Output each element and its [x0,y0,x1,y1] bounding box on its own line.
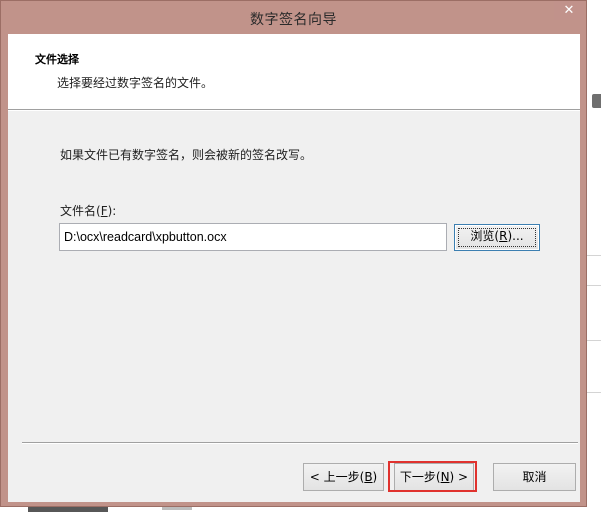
browse-button-prefix: 浏览( [470,229,500,243]
filename-label: 文件名(F): [60,202,116,219]
close-button[interactable]: ✕ [554,1,584,20]
close-icon: ✕ [563,3,575,18]
next-button[interactable]: 下一步(N) > [394,463,474,491]
browse-button[interactable]: 浏览(R)... [454,224,540,251]
back-button-accesskey: B [364,470,373,484]
filename-label-accesskey: F [100,204,108,218]
signing-wizard-dialog: 数字签名向导 ✕ 文件选择 选择要经过数字签名的文件。 如果文件已有数字签名，则… [0,0,587,507]
overwrite-notice: 如果文件已有数字签名，则会被新的签名改写。 [60,148,313,162]
background-window [587,0,601,515]
next-button-suffix: ) > [449,470,469,484]
filename-label-prefix: 文件名( [60,204,101,218]
back-button-suffix: ) [372,470,378,484]
page-subtitle: 选择要经过数字签名的文件。 [57,76,214,90]
background-divider [587,285,601,286]
background-window-icon [592,94,601,108]
next-button-accesskey: N [440,470,450,484]
background-divider [587,340,601,341]
browse-button-suffix: )... [507,229,524,243]
footer-divider-highlight [22,443,578,444]
cancel-button[interactable]: 取消 [493,463,576,491]
back-button[interactable]: < 上一步(B) [303,463,384,491]
wizard-client-area: 文件选择 选择要经过数字签名的文件。 如果文件已有数字签名，则会被新的签名改写。… [8,34,580,502]
wizard-header: 文件选择 选择要经过数字签名的文件。 [8,34,580,109]
background-divider [587,392,601,393]
filename-label-suffix: ): [107,204,117,218]
filename-input[interactable] [59,223,447,251]
background-text-fragment [162,507,192,510]
back-button-prefix: < 上一步( [309,470,365,484]
screen: 数字签名向导 ✕ 文件选择 选择要经过数字签名的文件。 如果文件已有数字签名，则… [0,0,601,515]
next-button-prefix: 下一步( [399,470,441,484]
page-title: 文件选择 [35,53,79,66]
background-text-fragment [28,507,108,512]
title-bar[interactable]: 数字签名向导 ✕ [1,1,586,35]
background-divider [587,255,601,256]
background-window-bottom [0,507,601,515]
window-title: 数字签名向导 [250,12,337,28]
header-divider-highlight [8,110,580,111]
